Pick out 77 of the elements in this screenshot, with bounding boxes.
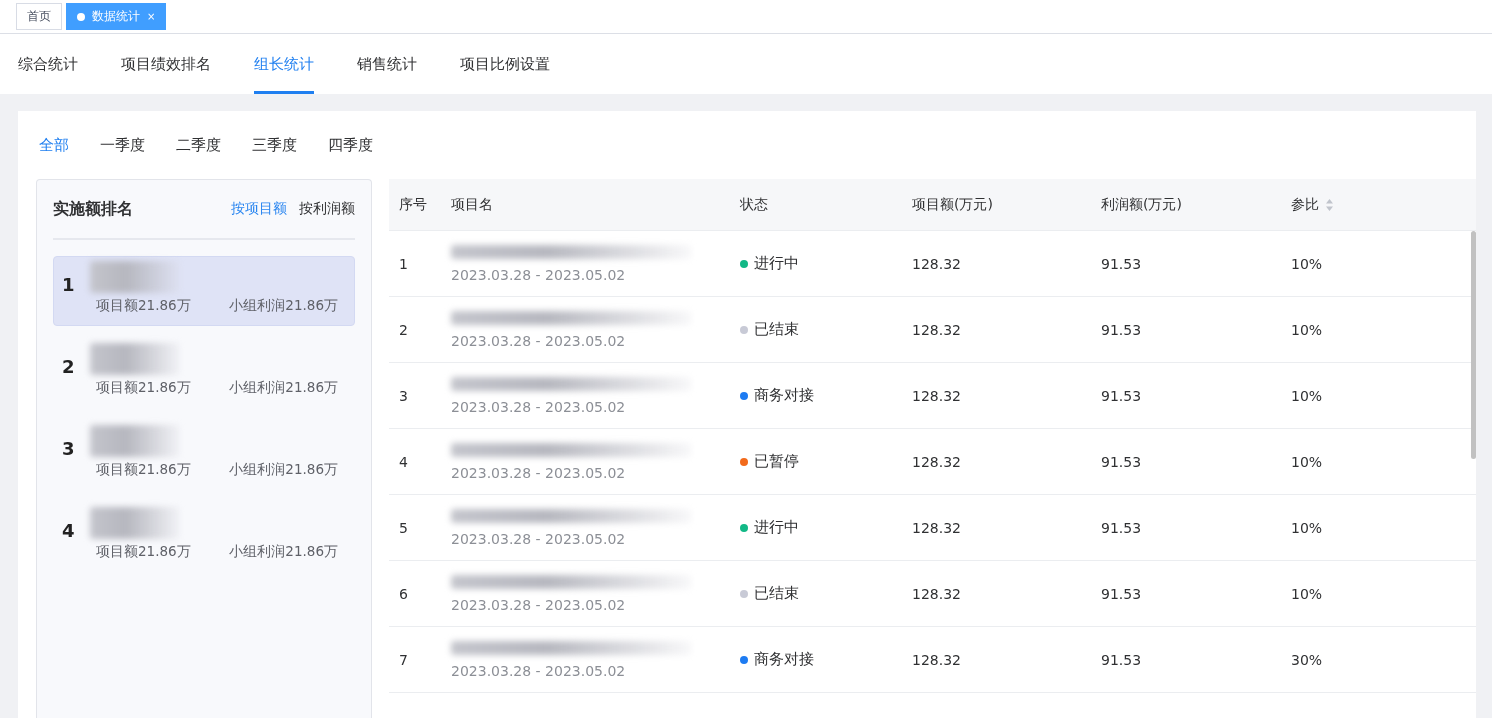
dot-icon: [77, 12, 85, 21]
group-profit: 小组利润21.86万: [229, 461, 338, 479]
group-profit: 小组利润21.86万: [229, 379, 338, 397]
tab[interactable]: 销售统计: [357, 34, 417, 94]
scrollbar[interactable]: [1471, 231, 1476, 459]
column-header: 项目名: [451, 195, 494, 214]
sort-icon[interactable]: [1325, 197, 1334, 212]
table-cell-text: 2: [398, 321, 409, 338]
column-header[interactable]: 参比: [1291, 195, 1476, 214]
table-cell-text: 128.32: [912, 453, 962, 470]
date-range: 2023.03.28 - 2023.05.02: [451, 266, 627, 283]
table-cell-text: 3: [398, 387, 409, 404]
project-amount: 项目额21.86万: [96, 379, 191, 397]
table-cell-text: 91.53: [1101, 519, 1143, 536]
table-cell-text: 91.53: [1101, 585, 1143, 602]
ranking-item[interactable]: 1 项目额21.86万 小组利润21.86万: [53, 256, 355, 326]
column-header: 项目额(万元): [912, 195, 994, 214]
page-tab[interactable]: 首页: [16, 3, 62, 30]
table-cell-text: 1: [398, 255, 409, 272]
table-cell-text: 128.32: [912, 519, 962, 536]
period-tab[interactable]: 四季度: [328, 135, 373, 155]
column-header: 序号: [398, 195, 428, 214]
table-cell-text: 128.32: [912, 321, 962, 338]
rank-number: 1: [62, 273, 76, 295]
table-cell-text: 128.32: [912, 651, 962, 668]
date-range: 2023.03.28 - 2023.05.02: [451, 464, 627, 481]
table-cell-text: 10%: [1291, 519, 1324, 536]
date-range: 2023.03.28 - 2023.05.02: [451, 398, 627, 415]
date-range: 2023.03.28 - 2023.05.02: [451, 332, 627, 349]
sort-option[interactable]: 按利润额: [299, 200, 355, 218]
status-label: 已暂停: [740, 452, 912, 471]
table-cell-text: 10%: [1291, 255, 1324, 272]
period-tab[interactable]: 全部: [39, 135, 69, 155]
table-cell-text: 128.32: [912, 255, 962, 272]
column-header: 利润额(万元): [1101, 195, 1183, 214]
table-cell-text: 5: [398, 519, 409, 536]
date-range: 2023.03.28 - 2023.05.02: [451, 530, 627, 547]
period-tab[interactable]: 一季度: [100, 135, 145, 155]
date-range: 2023.03.28 - 2023.05.02: [451, 596, 627, 613]
sort-option[interactable]: 按项目额: [231, 200, 287, 218]
status-label: 已结束: [740, 320, 912, 339]
table-cell-text: 10%: [1291, 453, 1324, 470]
rank-number: 3: [62, 437, 76, 459]
group-profit: 小组利润21.86万: [229, 543, 338, 561]
status-label: 进行中: [740, 518, 912, 537]
rank-number: 2: [62, 355, 76, 377]
table-cell-text: 10%: [1291, 321, 1324, 338]
table-cell-text: 10%: [1291, 585, 1324, 602]
tab[interactable]: 项目比例设置: [460, 34, 550, 94]
table-cell-text: 128.32: [912, 387, 962, 404]
status-label: 已结束: [740, 584, 912, 603]
period-tab[interactable]: 二季度: [176, 135, 221, 155]
table-cell-text: 10%: [1291, 387, 1324, 404]
column-header: 状态: [740, 195, 769, 214]
status-label: 商务对接: [740, 650, 912, 669]
panel-title: 实施额排名: [53, 198, 133, 220]
tab[interactable]: 项目绩效排名: [121, 34, 211, 94]
table-cell-text: 128.32: [912, 585, 962, 602]
project-amount: 项目额21.86万: [96, 543, 191, 561]
table-cell-text: 91.53: [1101, 453, 1143, 470]
status-label: 进行中: [740, 254, 912, 273]
table-cell-text: 4: [398, 453, 409, 470]
project-amount: 项目额21.86万: [96, 297, 191, 315]
table-cell-text: 91.53: [1101, 387, 1143, 404]
date-range: 2023.03.28 - 2023.05.02: [451, 662, 627, 679]
table-cell-text: 91.53: [1101, 321, 1143, 338]
project-amount: 项目额21.86万: [96, 461, 191, 479]
tab[interactable]: 综合统计: [18, 34, 78, 94]
table-cell-text: 30%: [1291, 651, 1324, 668]
table-cell-text: 6: [398, 585, 409, 602]
table-cell-text: 91.53: [1101, 255, 1143, 272]
period-tab[interactable]: 三季度: [252, 135, 297, 155]
group-profit: 小组利润21.86万: [229, 297, 338, 315]
table-cell-text: 7: [398, 651, 409, 668]
status-label: 商务对接: [740, 386, 912, 405]
rank-number: 4: [62, 519, 76, 541]
table-cell-text: 91.53: [1101, 651, 1143, 668]
